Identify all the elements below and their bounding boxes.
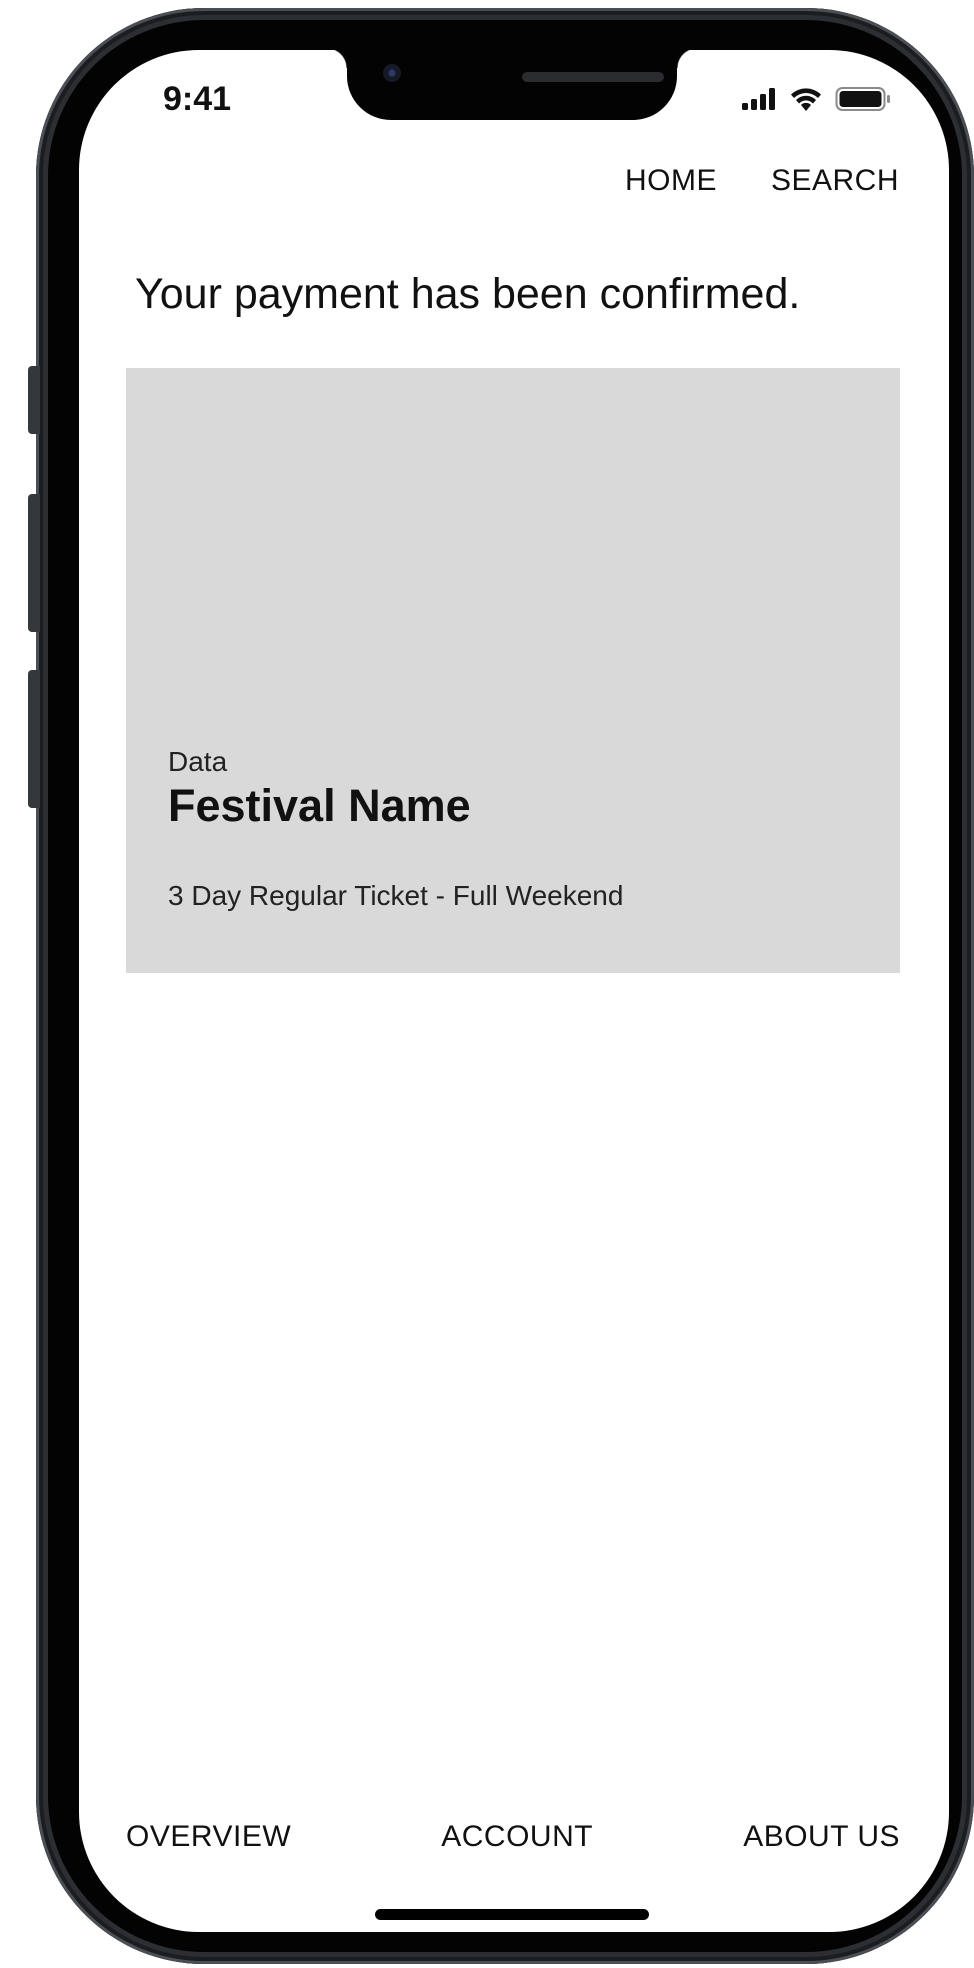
device-mockup: 9:41 HOME SEARCH Your payment has been c…	[0, 0, 974, 1968]
nav-account-link[interactable]: ACCOUNT	[441, 1820, 593, 1854]
nav-home-link[interactable]: HOME	[625, 164, 717, 198]
volume-down-button	[28, 670, 40, 808]
battery-icon	[835, 86, 891, 117]
nav-about-link[interactable]: ABOUT US	[743, 1820, 900, 1854]
earpiece-speaker	[522, 72, 664, 82]
status-time: 9:41	[163, 80, 232, 118]
nav-search-link[interactable]: SEARCH	[771, 164, 899, 198]
ticket-type: 3 Day Regular Ticket - Full Weekend	[168, 880, 624, 911]
nav-overview-link[interactable]: OVERVIEW	[126, 1820, 291, 1854]
status-icons	[741, 86, 891, 117]
home-indicator[interactable]	[375, 1909, 649, 1920]
bottom-nav: OVERVIEW ACCOUNT ABOUT US	[126, 1820, 900, 1854]
payment-confirmation-heading: Your payment has been confirmed.	[135, 270, 801, 318]
ticket-date: Data	[168, 746, 228, 777]
volume-up-button	[28, 494, 40, 632]
ticket-card[interactable]: Data Festival Name 3 Day Regular Ticket …	[126, 368, 900, 973]
top-nav: HOME SEARCH	[625, 164, 899, 198]
front-camera	[383, 64, 401, 82]
cellular-signal-icon	[741, 87, 777, 116]
notch	[327, 50, 697, 120]
mute-switch	[28, 366, 40, 434]
ticket-festival-name: Festival Name	[168, 780, 471, 831]
app-screen: 9:41 HOME SEARCH Your payment has been c…	[79, 50, 949, 1932]
wifi-icon	[789, 86, 823, 117]
